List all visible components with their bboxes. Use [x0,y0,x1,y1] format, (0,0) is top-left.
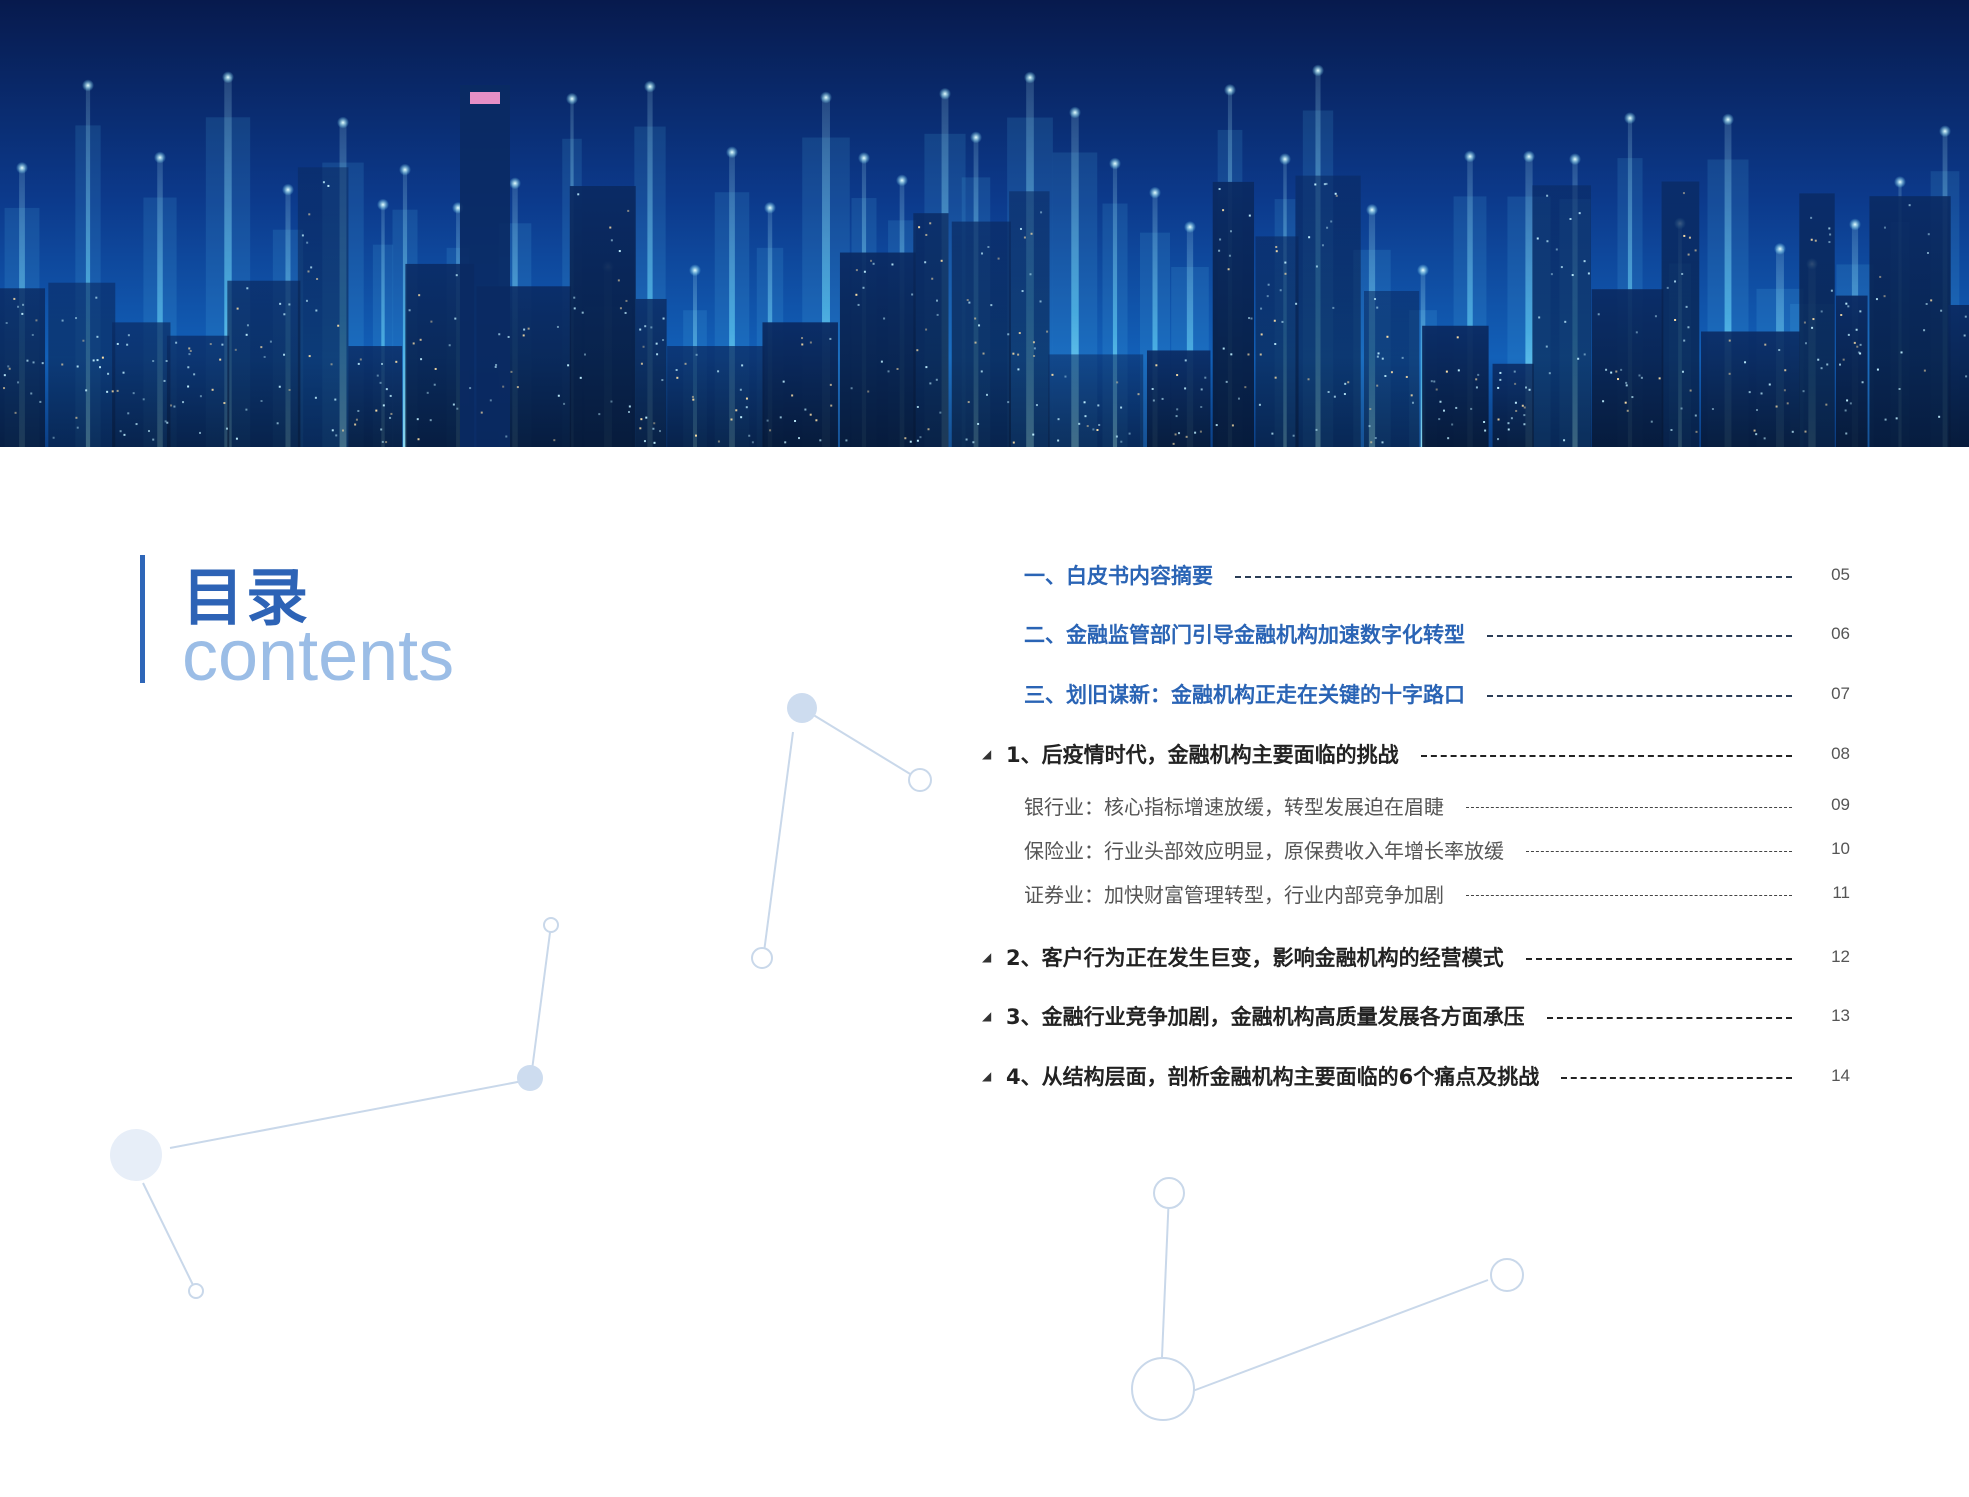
triangle-marker-icon: ◢ [982,1009,992,1023]
triangle-marker-icon: ◢ [982,1069,992,1083]
toc-entry[interactable]: 二、金融监管部门引导金融机构加速数字化转型 06 [1000,614,1850,654]
toc-entry[interactable]: 证券业：加快财富管理转型，行业内部竞争加剧 11 [1000,873,1850,913]
toc-entry[interactable]: 一、白皮书内容摘要 05 [1000,555,1850,595]
toc-page-number: 05 [1831,565,1850,584]
toc-leader-line [1420,755,1792,757]
toc-page-number: 08 [1831,744,1850,763]
toc-leader-line [1466,806,1792,808]
triangle-marker-icon: ◢ [982,950,992,964]
toc-entry[interactable]: ◢ 2、客户行为正在发生巨变，影响金融机构的经营模式 12 [982,937,1850,977]
toc-entry-label: 3、金融行业竞争加剧，金融机构高质量发展各方面承压 [1006,1005,1525,1029]
toc-page-number: 07 [1831,684,1850,703]
toc-entry[interactable]: ◢ 4、从结构层面，剖析金融机构主要面临的6个痛点及挑战 14 [982,1056,1850,1096]
toc-page-number: 14 [1831,1066,1850,1085]
toc-entry[interactable]: 保险业：行业头部效应明显，原保费收入年增长率放缓 10 [1000,829,1850,869]
toc-page-number: 09 [1831,795,1850,814]
toc-entry-label: 二、金融监管部门引导金融机构加速数字化转型 [1024,623,1465,647]
triangle-marker-icon: ◢ [982,747,992,761]
toc-leader-line [1466,894,1792,896]
toc-leader-line [1561,1077,1792,1079]
toc-page-number: 10 [1831,839,1850,858]
toc-page-number: 13 [1831,1006,1850,1025]
toc-entry-label: 1、后疫情时代，金融机构主要面临的挑战 [1006,743,1399,767]
toc-entry[interactable]: ◢ 3、金融行业竞争加剧，金融机构高质量发展各方面承压 13 [982,996,1850,1036]
toc-entry[interactable]: 银行业：核心指标增速放缓，转型发展迫在眉睫 09 [1000,785,1850,825]
toc-entry-label: 一、白皮书内容摘要 [1024,564,1213,588]
toc-entry-label: 三、划旧谋新：金融机构正走在关键的十字路口 [1024,683,1465,707]
hero-city-image [0,0,1969,447]
toc-page-number: 11 [1832,883,1850,902]
toc-leader-line [1526,850,1792,852]
toc-entry[interactable]: ◢ 1、后疫情时代，金融机构主要面临的挑战 08 [982,734,1850,774]
toc-entry-label: 4、从结构层面，剖析金融机构主要面临的6个痛点及挑战 [1006,1065,1540,1089]
toc-leader-line [1525,958,1792,960]
toc-entry-label: 2、客户行为正在发生巨变，影响金融机构的经营模式 [1006,946,1504,970]
toc-entry-label: 保险业：行业头部效应明显，原保费收入年增长率放缓 [1024,838,1504,863]
toc-leader-line [1235,576,1792,578]
toc-leader-line [1487,695,1792,697]
toc-leader-line [1487,635,1792,637]
toc-entry[interactable]: 三、划旧谋新：金融机构正走在关键的十字路口 07 [1000,674,1850,714]
toc-entry-label: 证券业：加快财富管理转型，行业内部竞争加剧 [1024,882,1444,907]
toc-leader-line [1546,1017,1792,1019]
toc-page-number: 06 [1831,624,1850,643]
toc-entry-label: 银行业：核心指标增速放缓，转型发展迫在眉睫 [1024,794,1444,819]
toc-page-number: 12 [1831,947,1850,966]
